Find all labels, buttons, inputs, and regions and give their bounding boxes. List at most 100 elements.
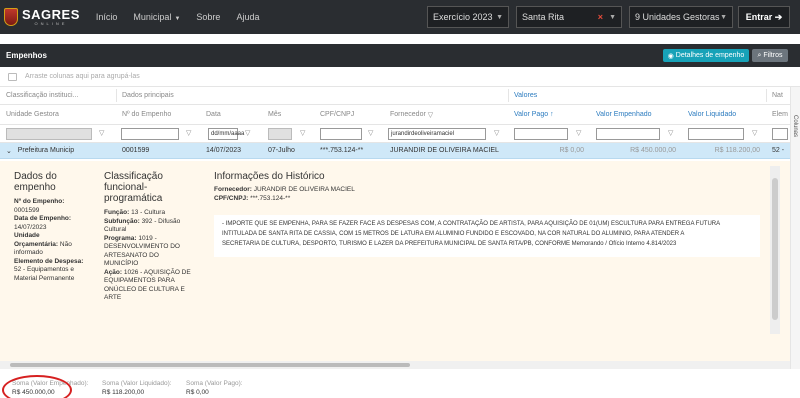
numero-value: 0001599 — [14, 206, 40, 214]
grid-horizontal-scrollbar[interactable] — [0, 361, 790, 369]
band-nat[interactable]: Nat — [766, 87, 790, 104]
municipio-select[interactable]: Santa Rita × ▼ — [516, 6, 622, 28]
row-valor-empenhado: R$ 450.000,00 — [630, 147, 676, 154]
hist-cpf-label: CPF/CNPJ: — [214, 194, 249, 202]
unidade-label-1: Unidade — [14, 232, 40, 239]
classificacao-section: Classificação funcional- programática Fu… — [104, 171, 200, 303]
search-icon: ⌕ — [757, 51, 762, 59]
entrar-button[interactable]: Entrar ➔ — [738, 6, 790, 28]
nav-link-ajuda[interactable]: Ajuda — [236, 12, 259, 22]
nav-link-sobre[interactable]: Sobre — [196, 12, 220, 22]
band-dados-principais[interactable]: Dados principais — [116, 87, 508, 104]
clear-icon[interactable]: × — [598, 12, 603, 22]
funnel-icon[interactable]: ▽ — [368, 130, 375, 137]
programa-value-2: DESENVOLVIMENTO DO — [104, 243, 180, 250]
historico-title: Informações do Histórico — [214, 171, 325, 182]
row-data: 14/07/2023 — [206, 147, 242, 154]
row-cpf: ***.753.124-** — [320, 147, 364, 154]
filter-fornecedor-value: jurandirdeoliveiramaciel — [391, 131, 455, 137]
col-valor-liquidado[interactable]: Valor Liquidado — [682, 105, 766, 124]
band-classificacao[interactable]: Classificação instituci... — [0, 87, 116, 104]
filter-elemento-input[interactable] — [772, 128, 788, 140]
filter-unidade-input[interactable] — [6, 128, 92, 140]
row-unidade-text: Prefeitura Municip — [17, 147, 75, 154]
col-numero-empenho[interactable]: Nº do Empenho — [116, 105, 200, 124]
sum-pago: Soma (Valor Pago): R$ 0,00 — [186, 380, 243, 396]
funnel-icon[interactable]: ▽ — [99, 130, 106, 137]
unidades-select[interactable]: 9 Unidades Gestoras ▼ — [629, 6, 733, 28]
detalhes-label: Detalhes de empenho — [675, 52, 745, 59]
row-numero: 0001599 — [122, 147, 150, 154]
detail-scrollbar[interactable] — [770, 166, 780, 334]
horizontal-scrollbar-thumb[interactable] — [10, 363, 410, 367]
nav-link-inicio[interactable]: Início — [96, 12, 118, 22]
band-header-row: Classificação instituci... Dados princip… — [0, 87, 790, 105]
empenho-detail: Dados do empenho Nº do Empenho: 0001599 … — [0, 161, 790, 361]
sum-liquidado-label: Soma (Valor Liquidado): — [102, 380, 172, 387]
group-panel[interactable]: Arraste colunas aqui para agrupá-las — [0, 67, 800, 87]
programa-label: Programa: — [104, 234, 137, 242]
filter-liquidado-input[interactable] — [688, 128, 744, 140]
row-elemento: 52 - — [772, 147, 785, 154]
acao-label: Ação: — [104, 268, 123, 276]
hist-fornecedor-value: JURANDIR DE OLIVEIRA MACIEL — [253, 186, 355, 193]
collapse-chevron-icon[interactable]: ⌄ — [6, 147, 12, 155]
funnel-icon[interactable]: ▽ — [245, 130, 252, 137]
nav-link-municipal[interactable]: Municipal ▼ — [133, 12, 180, 22]
exercicio-select[interactable]: Exercício 2023 ▼ — [427, 6, 509, 28]
col-unidade-gestora[interactable]: Unidade Gestora — [0, 105, 116, 124]
filter-pago-input[interactable] — [514, 128, 568, 140]
table-row[interactable]: ⌄ Prefeitura Municip 0001599 14/07/2023 … — [0, 143, 790, 159]
col-data[interactable]: Data — [200, 105, 262, 124]
funcao-value: 13 - Cultura — [131, 209, 166, 216]
colunas-side-tab[interactable]: Colunas — [790, 87, 800, 369]
dados-empenho-section: Dados do empenho Nº do Empenho: 0001599 … — [14, 171, 94, 283]
funnel-icon[interactable]: ▽ — [300, 130, 307, 137]
filter-mes-input[interactable] — [268, 128, 292, 140]
funnel-icon[interactable]: ▽ — [494, 130, 501, 137]
group-icon — [8, 72, 17, 81]
detail-scrollbar-thumb[interactable] — [772, 178, 778, 320]
sum-liquidado: Soma (Valor Liquidado): R$ 118.200,00 — [102, 380, 172, 396]
group-placeholder: Arraste colunas aqui para agrupá-las — [25, 73, 140, 80]
numero-label: Nº do Empenho: — [14, 198, 65, 205]
band-valores[interactable]: Valores — [508, 87, 766, 104]
logo-title: SAGRES — [22, 6, 80, 22]
col-mes[interactable]: Mês — [262, 105, 314, 124]
column-header-row: Unidade Gestora Nº do Empenho Data Mês C… — [0, 105, 790, 125]
entrar-label: Entrar — [745, 12, 773, 22]
classificacao-title-2: funcional- — [104, 182, 148, 193]
data-value: 14/07/2023 — [14, 223, 47, 231]
filtros-button[interactable]: ⌕ Filtros — [752, 49, 788, 62]
classificacao-title-3: programática — [104, 193, 163, 204]
colunas-tab-label: Colunas — [792, 115, 798, 138]
funnel-icon[interactable]: ▽ — [668, 130, 675, 137]
filter-data-input[interactable]: dd/mm/aaaa — [208, 128, 244, 140]
col-valor-empenhado[interactable]: Valor Empenhado — [590, 105, 682, 124]
filter-numero-input[interactable] — [121, 128, 179, 140]
panel-header: Empenhos ◉ Detalhes de empenho ⌕ Filtros — [0, 44, 800, 67]
sort-up-icon: ↑ — [550, 111, 554, 118]
summary-footer: Soma (Valor Empenhado): R$ 450.000,00 So… — [0, 370, 800, 398]
detalhes-empenho-button[interactable]: ◉ Detalhes de empenho — [663, 49, 749, 62]
shield-logo-icon — [4, 8, 18, 26]
elemento-label: Elemento de Despesa: — [14, 257, 84, 265]
funnel-icon[interactable]: ▽ — [576, 130, 583, 137]
funnel-icon[interactable]: ▽ — [186, 130, 193, 137]
filter-fornecedor-input[interactable]: jurandirdeoliveiramaciel — [388, 128, 486, 140]
subfuncao-label: Subfunção: — [104, 217, 140, 225]
col-valor-pago[interactable]: Valor Pago ↑ — [508, 105, 590, 124]
filter-empenhado-input[interactable] — [596, 128, 660, 140]
top-navbar: SAGRES ONLINE Início Municipal ▼ Sobre Aj… — [0, 0, 800, 34]
filter-cpf-input[interactable] — [320, 128, 362, 140]
col-fornecedor[interactable]: Fornecedor ▽ — [384, 105, 508, 124]
logo[interactable]: SAGRES ONLINE — [4, 8, 80, 26]
col-elemento[interactable]: Elem — [766, 105, 790, 124]
funnel-icon[interactable]: ▽ — [752, 130, 759, 137]
subfuncao-value-1: 392 - Difusão — [141, 217, 181, 225]
hist-cpf-value: ***.753.124-** — [250, 194, 291, 202]
col-valor-pago-label: Valor Pago — [514, 111, 549, 118]
elemento-value-2: Material Permanente — [14, 274, 75, 282]
sum-pago-value: R$ 0,00 — [186, 389, 209, 396]
col-cpf-cnpj[interactable]: CPF/CNPJ — [314, 105, 384, 124]
